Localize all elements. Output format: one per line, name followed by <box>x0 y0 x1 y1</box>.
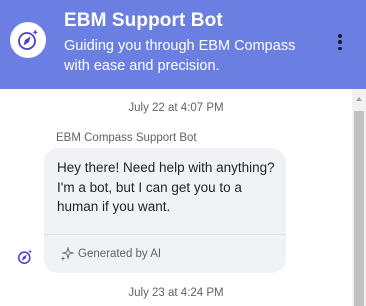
divider <box>44 234 286 235</box>
chat-header: EBM Support Bot Guiding you through EBM … <box>0 0 366 89</box>
bot-avatar <box>10 22 46 58</box>
more-options-button[interactable] <box>332 32 348 52</box>
message-text: Hey there! Need help with anything? I'm … <box>57 160 275 214</box>
header-subtitle: Guiding you through EBM Compass with eas… <box>64 38 296 74</box>
date-separator: July 23 at 4:24 PM <box>128 287 224 299</box>
sparkle-icon <box>60 247 74 261</box>
scroll-up-icon[interactable] <box>356 97 362 101</box>
ai-generated-text: Generated by AI <box>78 248 162 260</box>
message-sender: EBM Compass Support Bot <box>56 132 197 144</box>
date-separator: July 22 at 4:07 PM <box>128 102 224 114</box>
ai-generated-label: Generated by AI <box>60 247 161 261</box>
chat-messages[interactable]: July 22 at 4:07 PM EBM Compass Support B… <box>0 89 352 306</box>
header-title: EBM Support Bot <box>64 10 223 31</box>
chat-scrollbar[interactable] <box>352 89 366 306</box>
more-vertical-icon <box>338 34 342 38</box>
scroll-thumb[interactable] <box>354 111 364 306</box>
message-bubble: Hey there! Need help with anything? I'm … <box>44 148 286 273</box>
message-avatar <box>14 246 36 268</box>
compass-logo-icon <box>18 29 39 50</box>
compass-logo-icon <box>18 249 33 264</box>
